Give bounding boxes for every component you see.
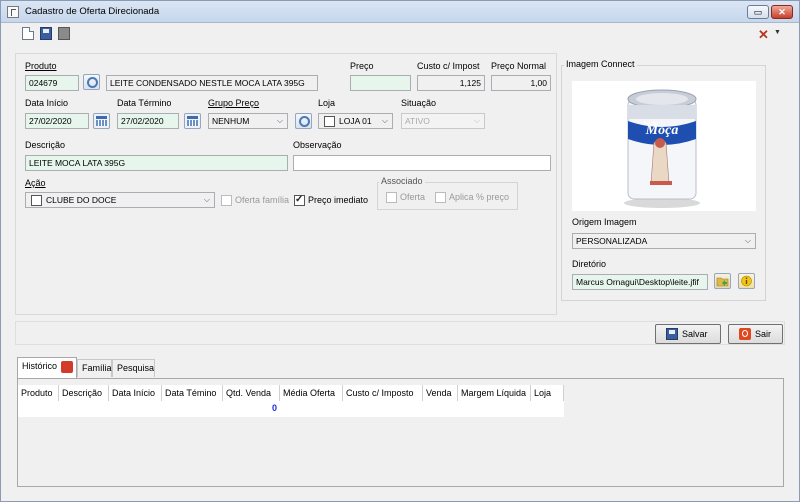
preco-imediato-label: Preço imediato <box>308 195 369 205</box>
tab-pesquisa[interactable]: Pesquisa <box>112 359 155 377</box>
acao-label: Ação <box>25 178 46 188</box>
aplica-label: Aplica % preço <box>449 192 510 202</box>
diretorio-field[interactable]: Marcus Ornagui\Desktop\leite.jfif <box>572 274 708 290</box>
product-image: Moça Nestlé <box>572 81 756 211</box>
salvar-button[interactable]: Salvar <box>655 324 721 344</box>
grupo-preco-label: Grupo Preço <box>208 98 260 108</box>
close-button[interactable]: ✕ <box>771 5 793 19</box>
origem-label: Origem Imagem <box>572 217 637 227</box>
situacao-select: ATIVO ⌵ <box>401 113 485 129</box>
acao-select[interactable]: CLUBE DO DOCE ⌵ <box>25 192 215 208</box>
preco-normal-field: 1,00 <box>491 75 551 91</box>
save-icon <box>666 328 678 340</box>
data-termino-field[interactable]: 27/02/2020 <box>117 113 179 129</box>
column-header[interactable]: Data Témino <box>162 385 223 401</box>
diretorio-label: Diretório <box>572 259 607 269</box>
produto-code-field[interactable]: 024679 <box>25 75 79 91</box>
folder-open-icon[interactable] <box>714 273 731 289</box>
custo-label: Custo c/ Impost <box>417 61 480 71</box>
column-header[interactable]: Loja <box>531 385 564 401</box>
column-header[interactable]: Média Oferta <box>280 385 343 401</box>
preco-field[interactable] <box>350 75 411 91</box>
column-header[interactable]: Margem Líquida <box>458 385 531 401</box>
oferta-familia-checkbox[interactable] <box>221 195 232 206</box>
situacao-value: ATIVO <box>405 116 430 126</box>
sair-label: Sair <box>755 329 772 339</box>
imagem-label: Imagem Connect <box>564 59 637 69</box>
loja-select[interactable]: LOJA 01 ⌵ <box>318 113 393 129</box>
chevron-down-icon: ⌵ <box>276 116 283 125</box>
chevron-down-icon: ⌵ <box>381 116 388 125</box>
main-window: Cadastro de Oferta Direcionada ▭ ✕ ✕ ▼ P… <box>0 0 800 502</box>
calendar-icon[interactable] <box>184 113 201 129</box>
product-can-icon: Moça Nestlé <box>624 89 700 208</box>
tab-historico-label: Histórico <box>22 361 58 371</box>
descricao-field[interactable]: LEITE MOCA LATA 395G <box>25 155 288 171</box>
observacao-field[interactable] <box>293 155 551 171</box>
exit-icon <box>739 328 751 340</box>
acao-value: CLUBE DO DOCE <box>46 195 117 205</box>
produto-desc-field: LEITE CONDENSADO NESTLE MOCA LATA 395G <box>106 75 318 91</box>
app-icon <box>7 6 19 18</box>
loja-checkbox[interactable] <box>324 116 335 127</box>
preco-label: Preço <box>350 61 374 71</box>
calendar-icon[interactable] <box>93 113 110 129</box>
save-icon[interactable] <box>40 27 52 40</box>
chevron-down-icon: ⌵ <box>473 116 480 125</box>
tools-icon[interactable]: ✕ <box>758 27 769 43</box>
column-header[interactable]: Venda <box>423 385 458 401</box>
window-title: Cadastro de Oferta Direcionada <box>25 6 160 17</box>
column-header[interactable]: Qtd. Venda <box>223 385 280 401</box>
loja-label: Loja <box>318 98 336 108</box>
situacao-label: Situação <box>401 98 437 108</box>
salvar-label: Salvar <box>682 329 708 339</box>
column-header[interactable]: Produto <box>18 385 59 401</box>
chevron-down-icon[interactable]: ▼ <box>774 29 781 36</box>
info-icon[interactable] <box>738 273 755 289</box>
oferta-familia-label: Oferta família <box>235 195 290 205</box>
data-termino-label: Data Término <box>117 98 172 108</box>
search-produto-button[interactable] <box>83 74 100 90</box>
new-document-icon[interactable] <box>22 27 34 40</box>
oferta-checkbox[interactable] <box>386 192 397 203</box>
delete-icon[interactable] <box>58 27 70 40</box>
data-inicio-field[interactable]: 27/02/2020 <box>25 113 89 129</box>
aplica-checkbox[interactable] <box>435 192 446 203</box>
chevron-down-icon: ⌵ <box>203 195 210 204</box>
total-qtd-venda: 0 <box>271 403 277 413</box>
acao-checkbox[interactable] <box>31 195 42 206</box>
column-header[interactable]: Custo c/ Imposto <box>343 385 423 401</box>
product-maker-text: Nestlé <box>644 121 658 127</box>
search-loja-button[interactable] <box>295 113 312 129</box>
title-bar: Cadastro de Oferta Direcionada ▭ ✕ <box>1 1 799 23</box>
grupo-preco-value: NENHUM <box>212 116 250 126</box>
produto-label: Produto <box>25 61 57 71</box>
observacao-label: Observação <box>293 140 342 150</box>
preco-imediato-checkbox[interactable] <box>294 194 305 206</box>
origem-value: PERSONALIZADA <box>576 236 648 246</box>
data-inicio-label: Data Início <box>25 98 69 108</box>
column-header[interactable]: Descrição <box>59 385 109 401</box>
associado-label: Associado <box>379 176 425 186</box>
chevron-down-icon: ⌵ <box>744 236 751 245</box>
tab-historico[interactable]: Histórico <box>17 357 77 378</box>
descricao-label: Descrição <box>25 140 66 150</box>
sair-button[interactable]: Sair <box>728 324 783 344</box>
oferta-label: Oferta <box>400 192 426 202</box>
custo-field: 1,125 <box>417 75 485 91</box>
column-header[interactable]: Data Início <box>109 385 162 401</box>
grupo-preco-select[interactable]: NENHUM ⌵ <box>208 113 288 129</box>
origem-select[interactable]: PERSONALIZADA ⌵ <box>572 233 756 249</box>
pin-icon[interactable] <box>61 361 73 373</box>
preco-normal-label: Preço Normal <box>491 61 547 71</box>
loja-value: LOJA 01 <box>339 116 372 126</box>
tab-familia[interactable]: Família <box>77 359 112 377</box>
minimize-button[interactable]: ▭ <box>747 5 769 19</box>
